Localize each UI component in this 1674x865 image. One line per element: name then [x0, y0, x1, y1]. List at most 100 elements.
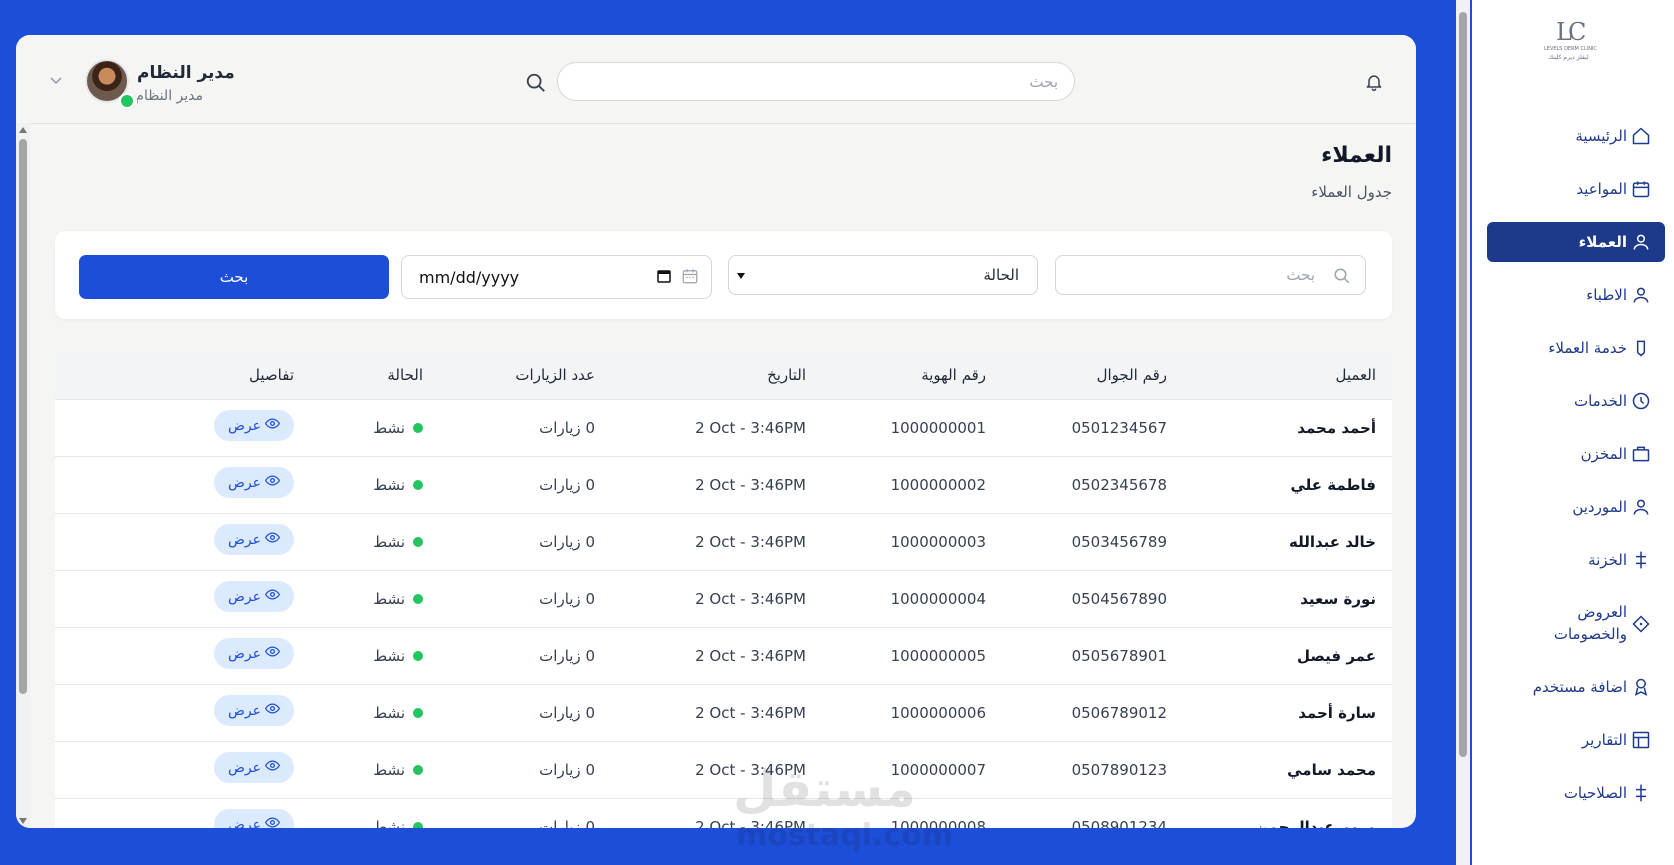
dollar-icon	[1631, 783, 1651, 803]
filter-search	[1055, 255, 1366, 295]
user-icon	[1631, 232, 1651, 252]
sidebar-item-11[interactable]: اضافة مستخدم	[1487, 667, 1665, 707]
client-visits: 0 زيارات	[539, 476, 595, 494]
scroll-thumb[interactable]	[19, 139, 27, 694]
view-button[interactable]: عرض	[214, 467, 294, 498]
table-row: خالد عبدالله 0503456789 1000000003 2 Oct - …	[55, 513, 1392, 571]
header-search	[557, 62, 1075, 101]
bell-icon[interactable]	[1364, 72, 1384, 92]
sidebar-item-label: المخزن	[1580, 445, 1627, 463]
clinic-logo[interactable]: LC LEVELS DERM CLINIC ليفلز ديرم كلينك	[1544, 18, 1608, 66]
date-input[interactable]: mm/dd/yyyy	[401, 255, 712, 299]
page-subtitle: جدول العملاء	[1311, 183, 1392, 201]
sidebar-item-label: التقارير	[1581, 731, 1627, 749]
header-date: التاريخ	[767, 366, 806, 384]
view-button-label: عرض	[228, 645, 262, 662]
status-dot-icon	[413, 765, 423, 775]
view-button[interactable]: عرض	[214, 581, 294, 612]
chevron-down-icon[interactable]	[48, 72, 64, 88]
sidebar-item-label: المواعيد	[1576, 180, 1627, 198]
view-button[interactable]: عرض	[214, 524, 294, 555]
view-button[interactable]: عرض	[214, 410, 294, 441]
calendar-icon	[682, 269, 698, 284]
client-name: فاطمة علي	[1290, 476, 1376, 494]
user-menu[interactable]: مدير النظام مدير النظام	[85, 59, 245, 109]
header-search-input[interactable]	[558, 63, 1074, 100]
scroll-down-arrow[interactable]	[19, 818, 27, 824]
content-scrollbar[interactable]	[16, 123, 30, 828]
clock-icon	[1631, 391, 1651, 411]
header-id-number: رقم الهوية	[921, 366, 986, 384]
client-visits: 0 زيارات	[539, 419, 595, 437]
sidebar-scrollbar[interactable]	[1456, 0, 1470, 865]
client-visits: 0 زيارات	[539, 533, 595, 551]
sidebar-item-label: الصلاحيات	[1563, 784, 1627, 802]
user-name: مدير النظام	[137, 63, 235, 83]
sidebar-item-3[interactable]: العملاء	[1487, 222, 1665, 262]
eye-icon	[264, 758, 281, 777]
sidebar-item-6[interactable]: الخدمات	[1487, 381, 1665, 421]
header-details: تفاصيل	[249, 366, 294, 384]
sidebar-item-7[interactable]: المخزن	[1487, 434, 1665, 474]
scroll-up-arrow[interactable]	[19, 127, 27, 133]
status-dot-icon	[413, 708, 423, 718]
tag-icon	[1631, 614, 1651, 634]
sidebar-item-5[interactable]: خدمة العملاء	[1487, 328, 1665, 368]
sidebar-item-12[interactable]: التقارير	[1487, 720, 1665, 760]
sidebar-item-label: الخزنة	[1588, 551, 1627, 569]
filter-search-input[interactable]	[1056, 256, 1365, 294]
sidebar-item-8[interactable]: الموردين	[1487, 487, 1665, 527]
status-dot-icon	[413, 651, 423, 661]
view-button[interactable]: عرض	[214, 809, 294, 828]
table-row: أحمد محمد 0501234567 1000000001 2 Oct - 3:4…	[55, 399, 1392, 457]
view-button[interactable]: عرض	[214, 695, 294, 726]
client-mobile: 0504567890	[1071, 590, 1167, 608]
layout-icon	[1631, 730, 1651, 750]
eye-icon	[264, 473, 281, 492]
table-row: عمر فيصل 0505678901 1000000005 2 Oct - 3:46…	[55, 627, 1392, 685]
main-panel: مدير النظام مدير النظام العملاء جدول الع…	[16, 35, 1416, 828]
status-dot-icon	[413, 423, 423, 433]
sidebar-item-4[interactable]: الاطباء	[1487, 275, 1665, 315]
client-visits: 0 زيارات	[539, 761, 595, 779]
sidebar-item-label: الخدمات	[1573, 392, 1627, 410]
search-icon[interactable]	[525, 72, 547, 94]
search-icon	[1334, 268, 1350, 284]
view-button[interactable]: عرض	[214, 752, 294, 783]
sidebar-scroll-thumb[interactable]	[1459, 12, 1467, 757]
client-visits: 0 زيارات	[539, 704, 595, 722]
table-row: فاطمة علي 0502345678 1000000002 2 Oct - 3:4…	[55, 456, 1392, 514]
client-id-number: 1000000007	[890, 761, 986, 779]
filter-panel: الحالة mm/dd/yyyy بحث	[55, 231, 1392, 319]
client-visits: 0 زيارات	[539, 818, 595, 828]
status-select[interactable]: الحالة	[728, 255, 1038, 295]
view-button-label: عرض	[228, 759, 262, 776]
client-name: عمر فيصل	[1297, 647, 1376, 665]
sidebar-item-10[interactable]: العروض والخصومات	[1487, 593, 1665, 655]
view-button-label: عرض	[228, 816, 262, 829]
logo-mark: LC	[1556, 18, 1586, 46]
client-status: نشط	[373, 533, 405, 551]
view-button[interactable]: عرض	[214, 638, 294, 669]
status-dot-icon	[413, 822, 423, 828]
client-mobile: 0501234567	[1071, 419, 1167, 437]
header-visits: عدد الزيارات	[515, 366, 595, 384]
status-dot-icon	[413, 480, 423, 490]
sidebar-item-label: الاطباء	[1586, 286, 1627, 304]
box-icon	[1631, 444, 1651, 464]
sidebar-item-2[interactable]: المواعيد	[1487, 169, 1665, 209]
client-name: خالد عبدالله	[1289, 533, 1376, 551]
search-button[interactable]: بحث	[79, 255, 389, 299]
client-visits: 0 زيارات	[539, 647, 595, 665]
award-icon	[1631, 677, 1651, 697]
client-id-number: 1000000004	[890, 590, 986, 608]
status-select-label: الحالة	[983, 266, 1019, 284]
calendar-picker-icon[interactable]	[656, 268, 672, 284]
sidebar-item-9[interactable]: الخزنة	[1487, 540, 1665, 580]
sidebar-item-13[interactable]: الصلاحيات	[1487, 773, 1665, 813]
sidebar-item-1[interactable]: الرئيسية	[1487, 116, 1665, 156]
client-id-number: 1000000003	[890, 533, 986, 551]
header-client: العميل	[1335, 366, 1376, 384]
user-icon	[1631, 285, 1651, 305]
client-status: نشط	[373, 761, 405, 779]
